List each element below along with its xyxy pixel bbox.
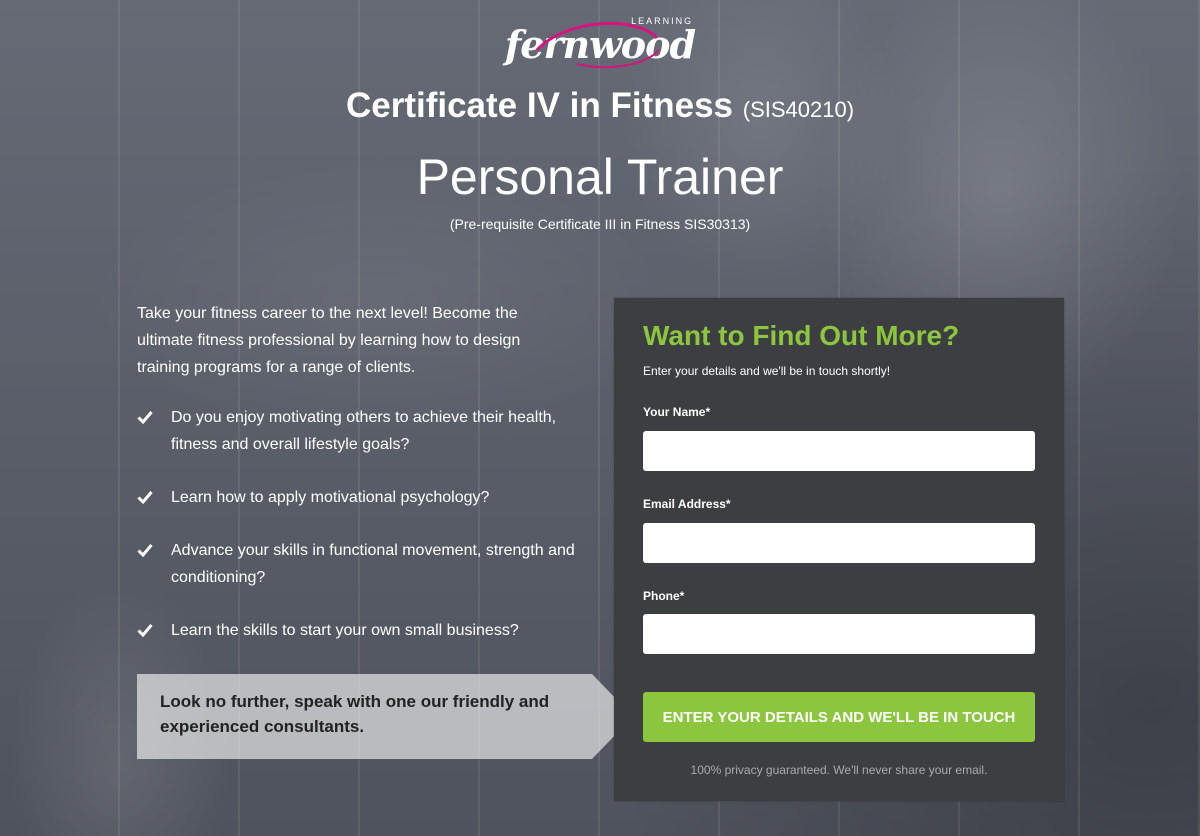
check-icon xyxy=(137,411,153,424)
course-code: (SIS40210) xyxy=(742,97,855,122)
course-title: Certificate IV in Fitness (SIS40210) xyxy=(0,86,1200,126)
enquiry-form: Want to Find Out More? Enter your detail… xyxy=(614,298,1064,801)
logo-swoosh-icon xyxy=(535,21,660,69)
consultant-callout: Look no further, speak with one our frie… xyxy=(137,674,633,759)
benefit-text: Advance your skills in functional moveme… xyxy=(171,542,575,586)
email-label: Email Address* xyxy=(643,497,731,511)
benefit-item: Advance your skills in functional moveme… xyxy=(137,537,597,591)
course-subtitle: Personal Trainer xyxy=(416,149,784,205)
benefit-item: Do you enjoy motivating others to achiev… xyxy=(137,404,597,458)
check-icon xyxy=(137,491,153,504)
benefit-list: Do you enjoy motivating others to achiev… xyxy=(137,404,597,644)
check-icon xyxy=(137,544,153,557)
submit-button[interactable]: ENTER YOUR DETAILS AND WE'LL BE IN TOUCH xyxy=(643,692,1035,742)
course-title-text: Certificate IV in Fitness xyxy=(345,86,734,125)
logo-subtext: LEARNING xyxy=(631,16,694,26)
benefit-item: Learn the skills to start your own small… xyxy=(137,617,597,644)
form-title: Want to Find Out More? xyxy=(643,320,960,351)
email-input[interactable] xyxy=(643,523,1035,563)
check-icon xyxy=(137,624,153,637)
benefit-item: Learn how to apply motivational psycholo… xyxy=(137,484,597,511)
privacy-note: 100% privacy guaranteed. We'll never sha… xyxy=(690,763,988,777)
benefit-text: Do you enjoy motivating others to achiev… xyxy=(171,409,557,453)
phone-input[interactable] xyxy=(643,614,1035,654)
intro-paragraph: Take your fitness career to the next lev… xyxy=(137,305,521,376)
brand-logo[interactable]: fernwood LEARNING xyxy=(0,16,1200,69)
callout-text: Look no further, speak with one our frie… xyxy=(160,692,550,736)
benefit-text: Learn how to apply motivational psycholo… xyxy=(171,489,490,506)
prerequisite-note: (Pre-requisite Certificate III in Fitnes… xyxy=(449,216,751,232)
name-input[interactable] xyxy=(643,431,1035,471)
benefit-text: Learn the skills to start your own small… xyxy=(171,622,519,639)
name-label: Your Name* xyxy=(643,405,711,419)
phone-label: Phone* xyxy=(643,589,685,603)
form-subtitle: Enter your details and we'll be in touch… xyxy=(643,364,891,378)
